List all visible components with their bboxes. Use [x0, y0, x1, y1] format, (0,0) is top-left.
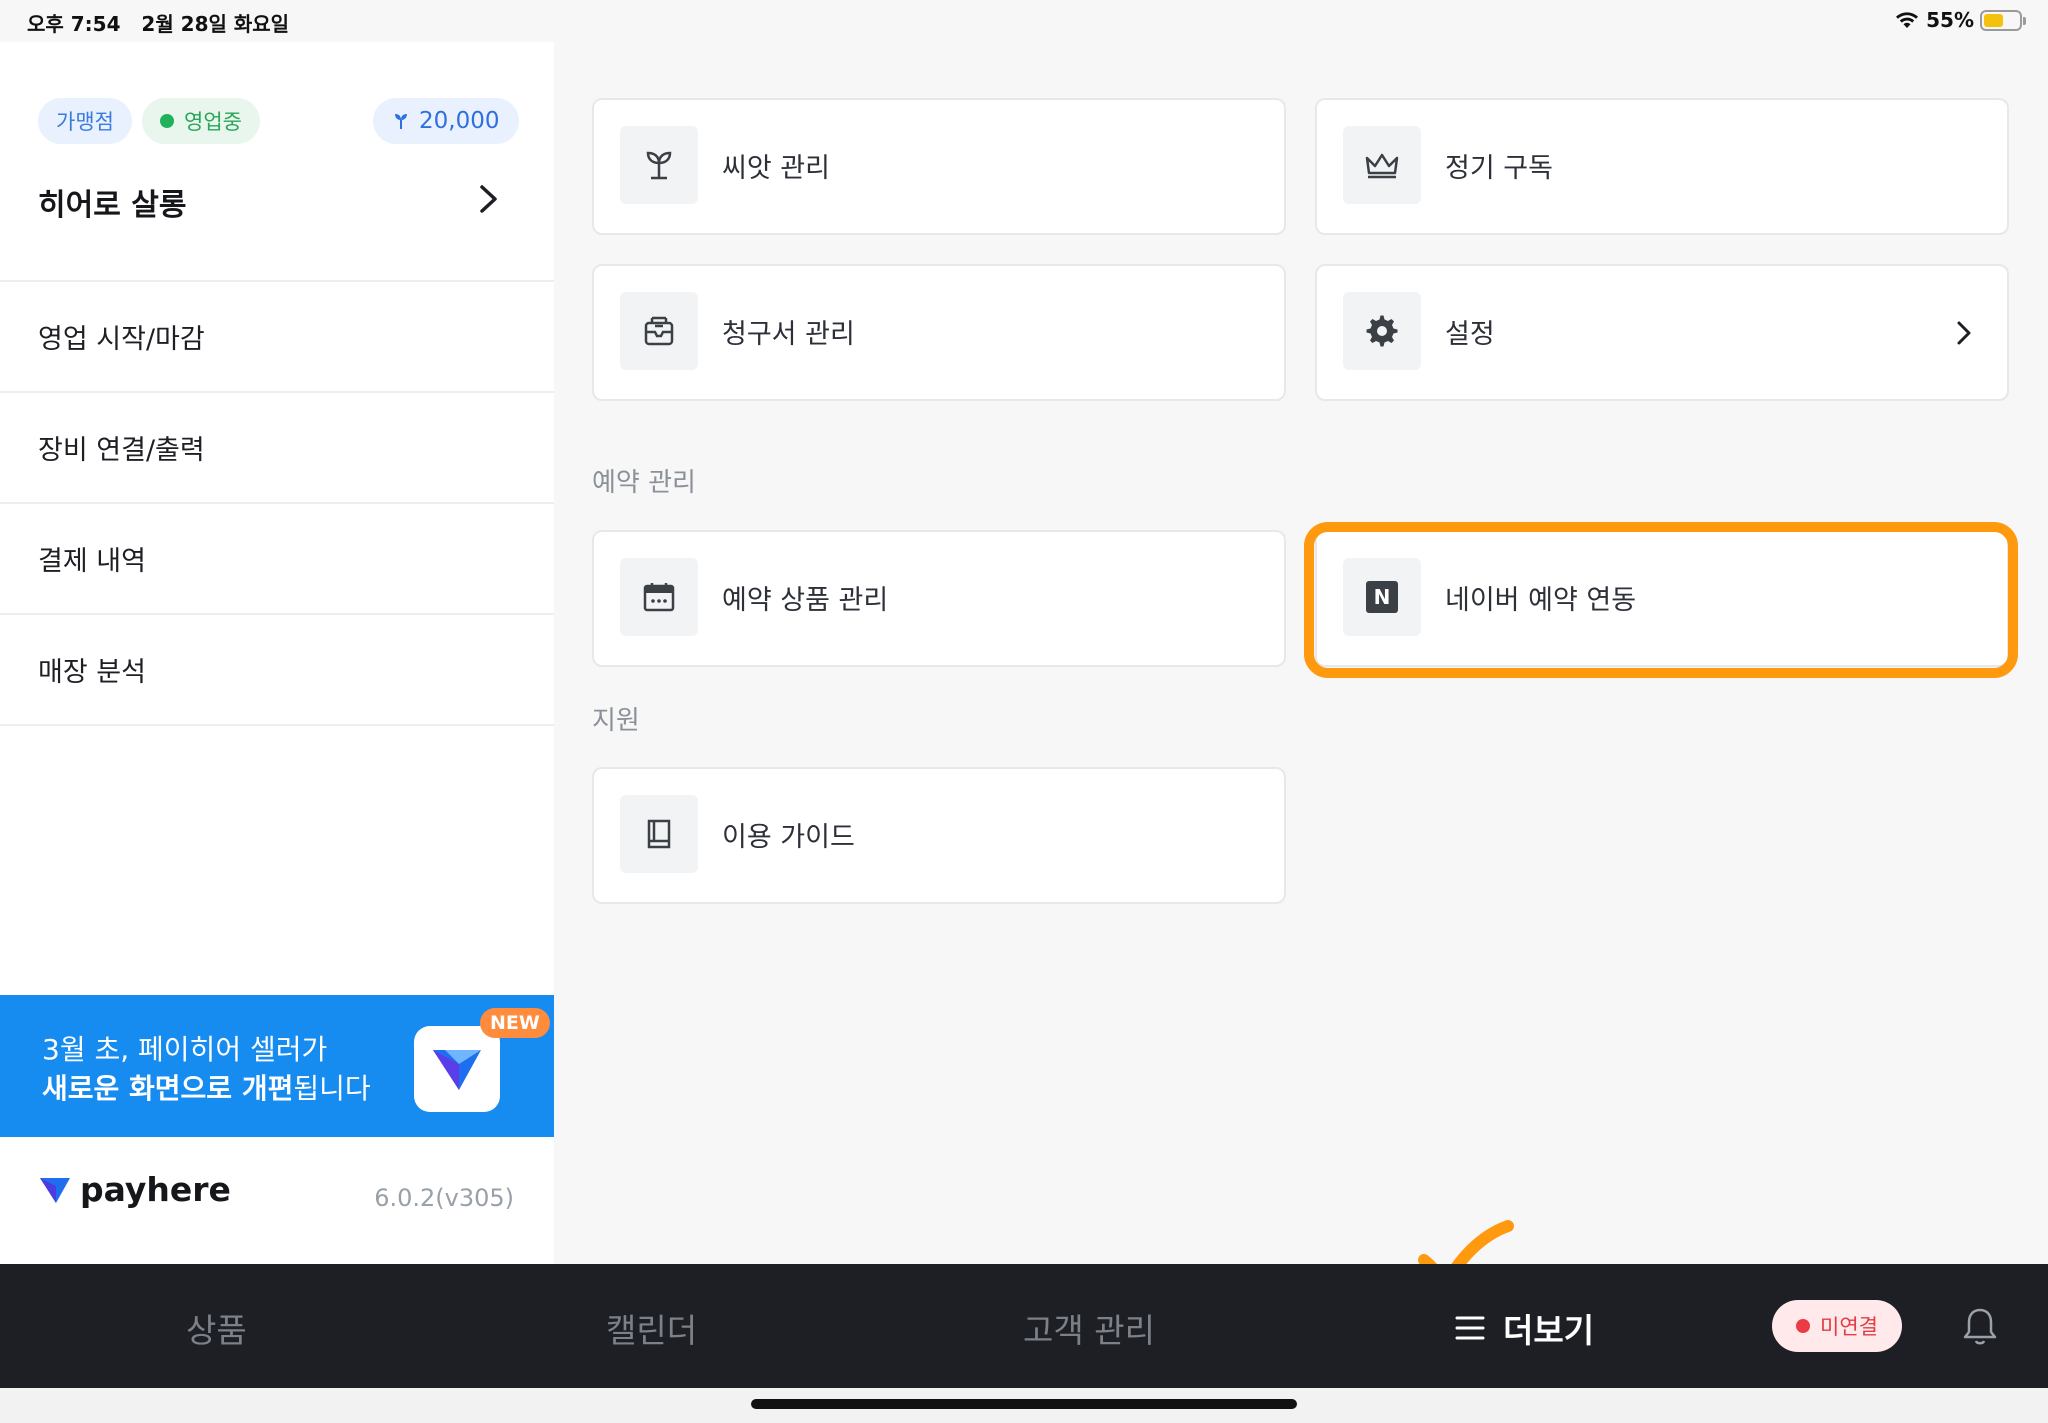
tab-more[interactable]: 더보기 — [1455, 1304, 1594, 1352]
card-label: 예약 상품 관리 — [722, 585, 889, 616]
battery-percent: 55% — [1926, 8, 1974, 32]
menu-item-device-connection[interactable]: 장비 연결/출력 — [0, 393, 554, 504]
menu-icon — [1455, 1316, 1485, 1340]
tab-calendar[interactable]: 캘린더 — [606, 1304, 697, 1352]
home-indicator-area — [0, 1388, 2048, 1423]
card-label: 설정 — [1445, 319, 1495, 350]
menu-item-business-open-close[interactable]: 영업 시작/마감 — [0, 282, 554, 393]
battery-icon — [1980, 9, 2026, 31]
tab-customer-management[interactable]: 고객 관리 — [1023, 1304, 1155, 1352]
menu-item-payment-history[interactable]: 결제 내역 — [0, 504, 554, 615]
card-label: 정기 구독 — [1445, 153, 1553, 184]
payhere-logo-icon — [40, 1177, 70, 1203]
banner-line2: 새로운 화면으로 개편됩니다 — [42, 1072, 371, 1105]
card-user-guide[interactable]: 이용 가이드 — [592, 767, 1286, 904]
app-version: 6.0.2(v305) — [374, 1184, 514, 1212]
franchise-chip: 가맹점 — [38, 98, 132, 144]
card-subscription[interactable]: 정기 구독 — [1315, 98, 2009, 235]
invoice-icon — [620, 292, 698, 370]
bell-icon[interactable] — [1962, 1306, 1998, 1346]
payhere-app-icon — [414, 1026, 500, 1112]
section-title-reservation: 예약 관리 — [592, 468, 696, 498]
seed-icon — [395, 114, 407, 130]
card-settings[interactable]: 설정 — [1315, 264, 2009, 401]
card-invoice-management[interactable]: 청구서 관리 — [592, 264, 1286, 401]
status-indicators: 55% — [1894, 8, 2026, 32]
home-indicator[interactable] — [751, 1399, 1297, 1409]
gear-icon — [1343, 292, 1421, 370]
store-header[interactable]: 가맹점 영업중 20,000 히어로 살롱 — [0, 42, 554, 282]
brand-name: payhere — [80, 1170, 231, 1209]
open-status-dot-icon — [160, 114, 174, 128]
seed-balance-chip[interactable]: 20,000 — [373, 98, 520, 144]
card-label: 이용 가이드 — [722, 822, 855, 853]
highlight-outline — [1304, 522, 2018, 678]
card-seed-management[interactable]: 씨앗 관리 — [592, 98, 1286, 235]
tab-products[interactable]: 상품 — [186, 1304, 247, 1352]
status-dot-icon — [1796, 1319, 1811, 1333]
calendar-icon — [620, 558, 698, 636]
status-time: 오후 7:54 2월 28일 화요일 — [27, 12, 290, 36]
status-bar: 오후 7:54 2월 28일 화요일 55% — [0, 0, 2048, 42]
banner-line1: 3월 초, 페이히어 셀러가 — [42, 1033, 328, 1066]
card-reservation-products[interactable]: 예약 상품 관리 — [592, 530, 1286, 667]
open-status-chip: 영업중 — [142, 98, 260, 144]
card-label: 청구서 관리 — [722, 319, 855, 350]
bottom-navigation: 상품 캘린더 고객 관리 더보기 미연결 — [0, 1264, 2048, 1388]
crown-icon — [1343, 126, 1421, 204]
wifi-icon — [1896, 12, 1919, 28]
card-label: 씨앗 관리 — [722, 153, 830, 184]
chevron-right-icon[interactable] — [478, 184, 500, 214]
chevron-right-icon — [1957, 321, 1971, 345]
connection-status-chip[interactable]: 미연결 — [1772, 1300, 1902, 1352]
sidebar: 가맹점 영업중 20,000 히어로 살롱 영업 시작/마감 장비 연결/출력 … — [0, 42, 554, 1264]
payhere-logo: payhere — [38, 1170, 231, 1209]
section-title-support: 지원 — [592, 706, 640, 736]
book-icon — [620, 795, 698, 873]
sprout-icon — [620, 126, 698, 204]
store-name: 히어로 살롱 — [38, 188, 187, 223]
renewal-banner[interactable]: 3월 초, 페이히어 셀러가 새로운 화면으로 개편됩니다 NEW — [0, 995, 554, 1137]
new-badge: NEW — [480, 1008, 550, 1038]
menu-item-store-analytics[interactable]: 매장 분석 — [0, 615, 554, 726]
